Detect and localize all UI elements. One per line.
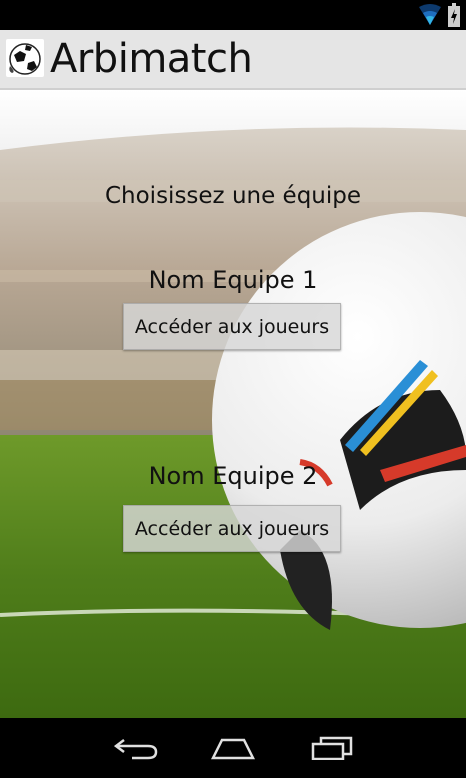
phone-screen: Arbimatch Choisissez une équipe Nom Equi…	[0, 0, 466, 778]
navigation-bar	[0, 718, 466, 778]
team-1-name: Nom Equipe 1	[148, 266, 318, 294]
team-1-players-button[interactable]: Accéder aux joueurs	[123, 303, 341, 350]
back-icon[interactable]	[114, 736, 160, 760]
team-2-players-button[interactable]: Accéder aux joueurs	[123, 505, 341, 552]
battery-icon	[448, 3, 460, 27]
content-area: Choisissez une équipe Nom Equipe 1 Accéd…	[0, 90, 466, 718]
recents-icon[interactable]	[309, 736, 355, 760]
status-bar	[0, 0, 466, 30]
home-icon[interactable]	[210, 736, 256, 760]
choose-team-prompt: Choisissez une équipe	[104, 183, 362, 209]
soccer-ball-logo-icon	[6, 39, 44, 77]
app-title: Arbimatch	[50, 36, 253, 82]
wifi-icon	[419, 4, 441, 25]
team-2-name: Nom Equipe 2	[148, 462, 318, 490]
action-bar: Arbimatch	[0, 30, 466, 90]
